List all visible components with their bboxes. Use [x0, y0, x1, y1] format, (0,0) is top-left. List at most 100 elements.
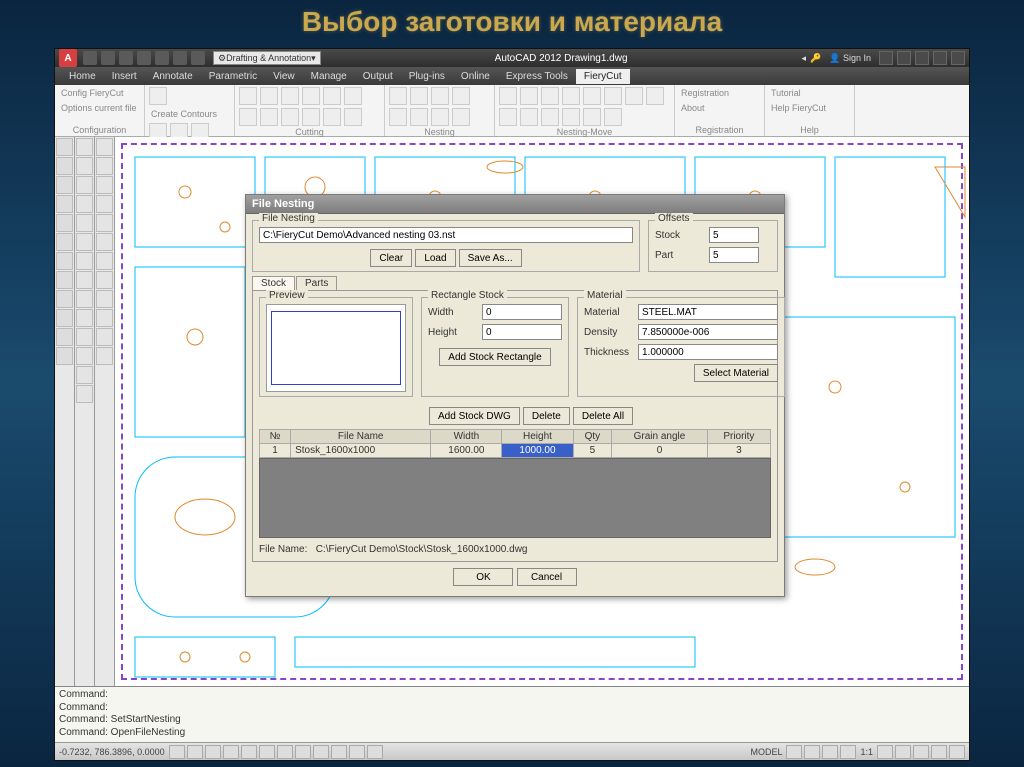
stock-offset-input[interactable] — [709, 227, 759, 243]
minimize-icon[interactable] — [915, 51, 929, 65]
select-material-button[interactable]: Select Material — [694, 364, 778, 382]
nest-icon[interactable] — [452, 108, 470, 126]
extend-icon[interactable] — [76, 271, 93, 289]
maximize-icon[interactable] — [933, 51, 947, 65]
config-fierycut-button[interactable]: Config FieryCut — [59, 87, 126, 99]
nm-icon[interactable] — [625, 87, 643, 105]
cut-icon[interactable] — [260, 108, 278, 126]
explode-icon[interactable] — [76, 366, 93, 384]
material-input[interactable] — [638, 304, 778, 320]
tutorial-button[interactable]: Tutorial — [769, 87, 803, 99]
ellipse-icon[interactable] — [56, 233, 73, 251]
move-icon[interactable] — [76, 138, 93, 156]
close-icon[interactable] — [951, 51, 965, 65]
col-n[interactable]: № — [260, 430, 291, 444]
cancel-button[interactable]: Cancel — [517, 568, 577, 586]
saveas-button[interactable]: Save As... — [459, 249, 522, 267]
tool-icon[interactable] — [96, 176, 113, 194]
height-input[interactable] — [482, 324, 562, 340]
command-window[interactable]: Command: Command: Command: SetStartNesti… — [55, 686, 969, 742]
nest-icon[interactable] — [431, 108, 449, 126]
sb-icon[interactable] — [786, 745, 802, 759]
cut-icon[interactable] — [344, 108, 362, 126]
tab-annotate[interactable]: Annotate — [145, 69, 201, 84]
cut-icon[interactable] — [302, 87, 320, 105]
array-icon[interactable] — [76, 328, 93, 346]
cut-icon[interactable] — [239, 108, 257, 126]
otrack-icon[interactable] — [259, 745, 275, 759]
nm-icon[interactable] — [520, 87, 538, 105]
app-logo-icon[interactable]: A — [59, 49, 77, 67]
file-path-input[interactable] — [259, 227, 633, 243]
thickness-input[interactable] — [638, 344, 778, 360]
width-input[interactable] — [482, 304, 562, 320]
tool-icon[interactable] — [96, 328, 113, 346]
col-width[interactable]: Width — [431, 430, 502, 444]
nm-icon[interactable] — [583, 108, 601, 126]
stock-list-area[interactable] — [259, 458, 771, 538]
help-icon[interactable] — [897, 51, 911, 65]
tool-icon[interactable] — [96, 271, 113, 289]
lwt-icon[interactable] — [313, 745, 329, 759]
sb-icon[interactable] — [822, 745, 838, 759]
workspace-selector[interactable]: ⚙ Drafting & Annotation ▾ — [213, 51, 321, 65]
col-priority[interactable]: Priority — [707, 430, 770, 444]
tool-icon[interactable] — [96, 309, 113, 327]
tool-icon[interactable] — [96, 157, 113, 175]
sb-icon[interactable] — [931, 745, 947, 759]
qat-undo-icon[interactable] — [173, 51, 187, 65]
nest-icon[interactable] — [410, 108, 428, 126]
cut-icon[interactable] — [323, 87, 341, 105]
cell-height[interactable]: 1000.00 — [502, 444, 573, 458]
rect-icon[interactable] — [56, 214, 73, 232]
add-rect-button[interactable]: Add Stock Rectangle — [439, 348, 550, 366]
arc-icon[interactable] — [56, 195, 73, 213]
mirror-icon[interactable] — [76, 195, 93, 213]
hatch-icon[interactable] — [56, 252, 73, 270]
nm-icon[interactable] — [520, 108, 538, 126]
sb-icon[interactable] — [895, 745, 911, 759]
tool-icon[interactable] — [96, 195, 113, 213]
qat-redo-icon[interactable] — [191, 51, 205, 65]
nest-icon[interactable] — [431, 87, 449, 105]
nest-icon[interactable] — [389, 87, 407, 105]
add-dwg-button[interactable]: Add Stock DWG — [429, 407, 520, 425]
dim-icon[interactable] — [56, 290, 73, 308]
cut-icon[interactable] — [260, 87, 278, 105]
keyword-icon[interactable]: 🔑 — [810, 53, 821, 64]
cut-icon[interactable] — [281, 87, 299, 105]
tool-icon[interactable] — [96, 347, 113, 365]
join-icon[interactable] — [76, 385, 93, 403]
nm-icon[interactable] — [583, 87, 601, 105]
qat-open-icon[interactable] — [101, 51, 115, 65]
ortho-icon[interactable] — [205, 745, 221, 759]
col-qty[interactable]: Qty — [573, 430, 612, 444]
block-icon[interactable] — [56, 309, 73, 327]
qat-save-icon[interactable] — [119, 51, 133, 65]
sb-icon[interactable] — [804, 745, 820, 759]
circle-icon[interactable] — [56, 176, 73, 194]
qat-print-icon[interactable] — [155, 51, 169, 65]
tab-output[interactable]: Output — [355, 69, 401, 84]
about-button[interactable]: About — [679, 102, 707, 114]
part-offset-input[interactable] — [709, 247, 759, 263]
dialog-title[interactable]: File Nesting — [246, 195, 784, 214]
tool-icon[interactable] — [96, 290, 113, 308]
scale-icon[interactable] — [76, 214, 93, 232]
create-contours-icon[interactable] — [149, 87, 167, 105]
col-filename[interactable]: File Name — [291, 430, 431, 444]
nm-icon[interactable] — [604, 108, 622, 126]
tab-stock[interactable]: Stock — [252, 276, 295, 290]
model-button[interactable]: MODEL — [750, 747, 782, 757]
tab-parametric[interactable]: Parametric — [201, 69, 265, 84]
nm-icon[interactable] — [499, 108, 517, 126]
copy-icon[interactable] — [76, 157, 93, 175]
qat-saveas-icon[interactable] — [137, 51, 151, 65]
fillet-icon[interactable] — [76, 290, 93, 308]
cut-icon[interactable] — [281, 108, 299, 126]
nest-icon[interactable] — [452, 87, 470, 105]
col-height[interactable]: Height — [502, 430, 573, 444]
nm-icon[interactable] — [499, 87, 517, 105]
sb-icon[interactable] — [949, 745, 965, 759]
cut-icon[interactable] — [323, 108, 341, 126]
